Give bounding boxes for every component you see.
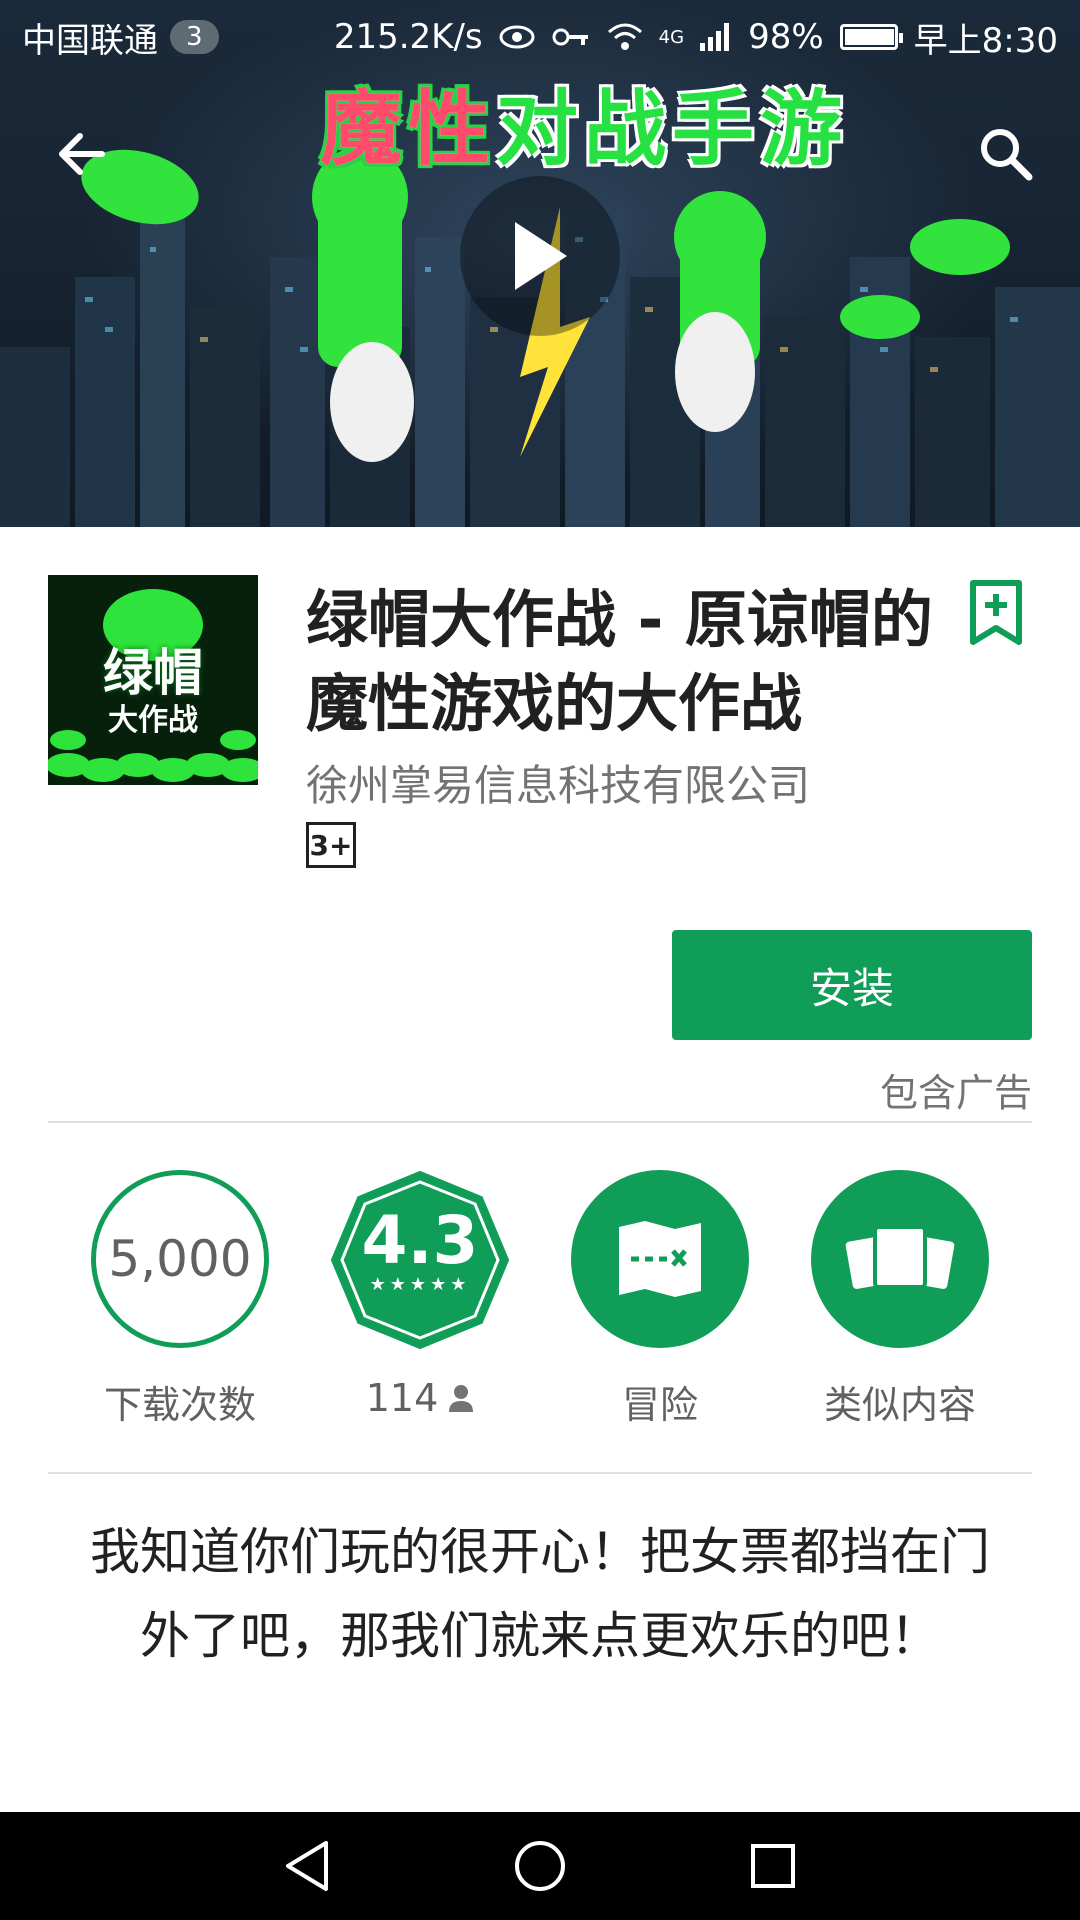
category-circle	[571, 1170, 749, 1348]
nav-home-icon	[514, 1841, 565, 1891]
banner-title: 魔性对战手游	[320, 62, 848, 181]
back-arrow-icon	[59, 133, 105, 175]
network-type: 4G	[658, 26, 685, 48]
similar-circle	[811, 1170, 989, 1348]
rating-stat[interactable]: 4.3 ★★★★★ 114	[330, 1170, 510, 1420]
banner-title-part1: 魔性	[320, 82, 497, 177]
nav-recents-icon	[751, 1844, 796, 1888]
carrier-name: 中国联通	[22, 20, 158, 61]
play-icon	[515, 222, 567, 290]
similar-stat[interactable]: 类似内容	[810, 1170, 990, 1429]
reviews-count: 114	[365, 1376, 439, 1420]
downloads-stat: 5,000 下载次数	[90, 1170, 270, 1429]
wishlist-button[interactable]	[970, 580, 1022, 646]
wifi-icon	[607, 23, 642, 50]
app-description[interactable]: 我知道你们玩的很开心！把女票都挡在门外了吧，那我们就来点更欢乐的吧！	[80, 1510, 1000, 1678]
promo-banner[interactable]: 中国联通 3 215.2K/s 4G 98% 早上8:30 魔性对战手游	[0, 0, 1080, 527]
contains-ads-note: 包含广告	[879, 1071, 1032, 1115]
downloads-label: 下载次数	[103, 1383, 256, 1427]
downloads-circle: 5,000	[91, 1170, 269, 1348]
nav-back-icon	[285, 1841, 328, 1891]
install-button[interactable]: 安装	[672, 930, 1032, 1040]
banner-title-part2: 对战手游	[496, 82, 849, 177]
category-stat[interactable]: 冒险	[570, 1170, 750, 1429]
reviews-label: 114	[330, 1376, 510, 1420]
rating-badge: 4.3 ★★★★★	[330, 1170, 510, 1350]
content-rating-badge: 3+	[306, 822, 356, 868]
eye-icon	[499, 25, 535, 49]
back-button[interactable]	[42, 114, 122, 194]
person-icon	[449, 1385, 474, 1412]
nav-home-button[interactable]	[500, 1826, 580, 1906]
developer-link[interactable]: 徐州掌易信息科技有限公司	[306, 752, 810, 813]
vpn-key-icon	[552, 28, 588, 46]
app-title: 绿帽大作战 - 原谅帽的魔性游戏的大作战	[306, 583, 933, 740]
similar-label: 类似内容	[823, 1383, 976, 1427]
search-icon	[981, 129, 1033, 181]
signal-icon	[700, 23, 730, 51]
rating-value: 4.3	[361, 1202, 479, 1279]
nav-back-button[interactable]	[267, 1826, 347, 1906]
app-icon: 绿帽 大作战	[48, 575, 258, 785]
wishlist-add-icon	[970, 580, 1022, 645]
cards-icon	[845, 1225, 955, 1289]
map-icon	[619, 1221, 701, 1297]
divider	[48, 1472, 1032, 1474]
rating-stars: ★★★★★	[369, 1274, 471, 1295]
battery-percent: 98%	[748, 17, 824, 57]
rating-content: 4.3 ★★★★★	[330, 1202, 510, 1296]
downloads-value: 5,000	[108, 1230, 252, 1288]
battery-fill	[844, 29, 894, 45]
network-speed: 215.2K/s	[333, 17, 483, 57]
divider	[48, 1121, 1032, 1123]
battery-icon	[839, 24, 903, 50]
notification-count-badge: 3	[170, 20, 219, 54]
clock: 早上8:30	[913, 20, 1058, 61]
system-nav-bar	[0, 1812, 1080, 1920]
nav-recents-button[interactable]	[733, 1826, 813, 1906]
category-label: 冒险	[621, 1383, 698, 1427]
search-button[interactable]	[966, 114, 1046, 194]
app-icon-subtitle: 大作战	[108, 703, 198, 738]
play-video-button[interactable]	[460, 176, 620, 336]
